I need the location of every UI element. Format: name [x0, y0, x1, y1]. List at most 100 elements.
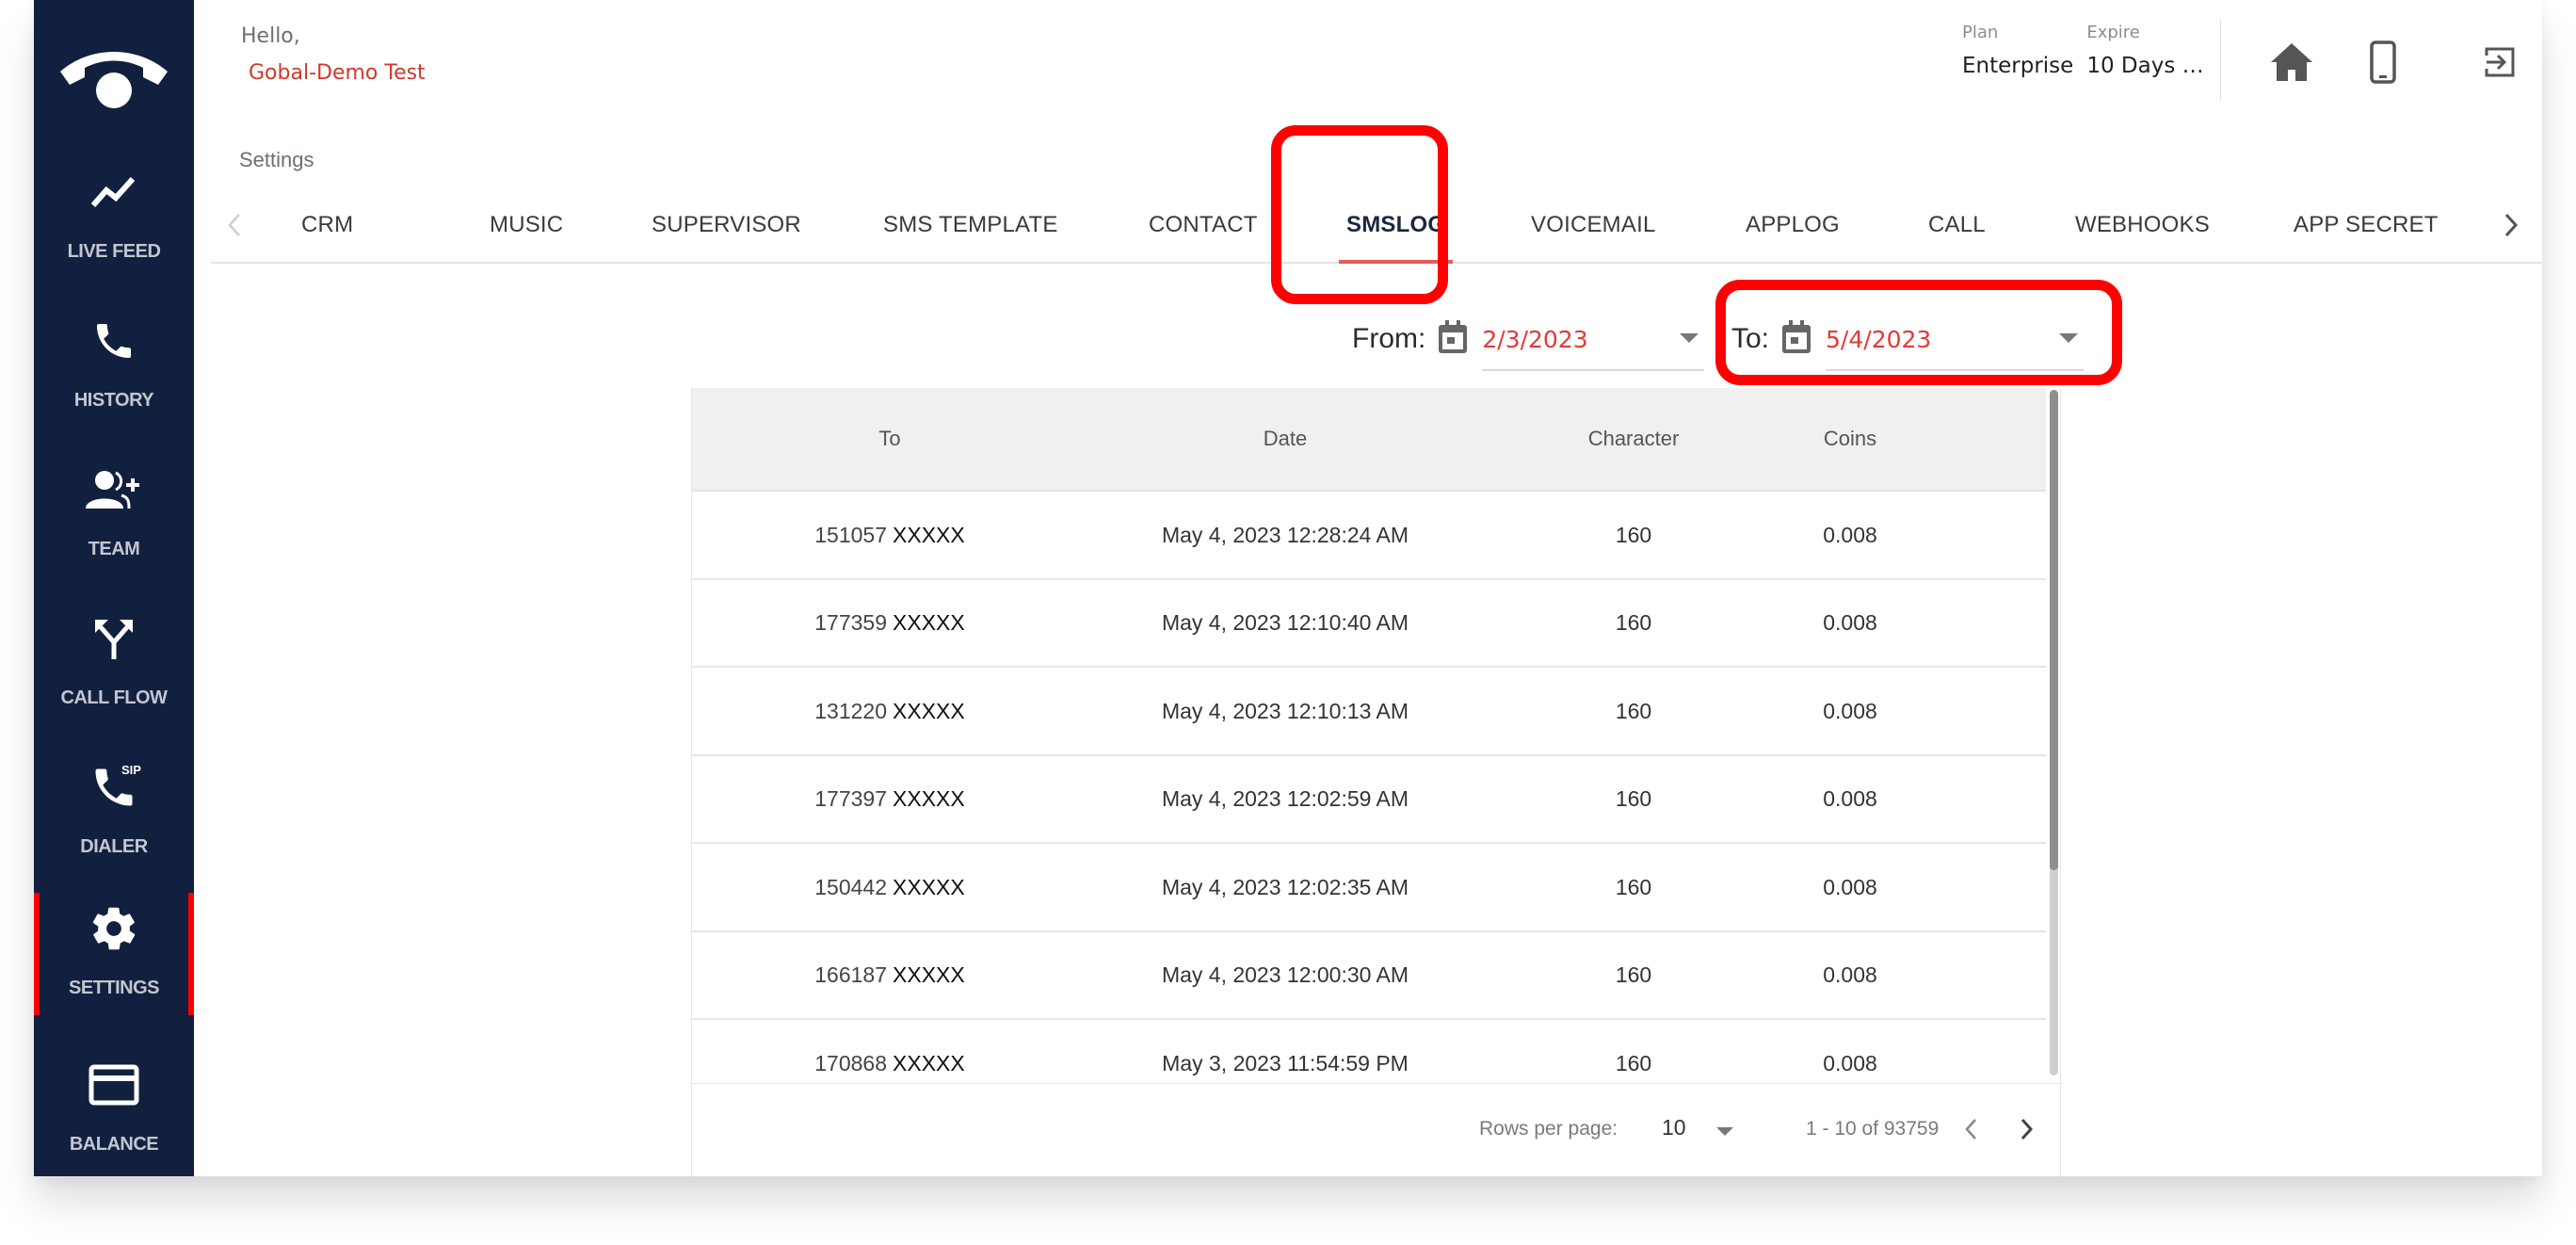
phone-mask: XXXXX — [893, 1050, 965, 1075]
cell-to: 150442 XXXXX — [749, 844, 1031, 930]
tab-smslog[interactable]: SMSLOG — [1338, 188, 1454, 264]
scrollbar-thumb[interactable] — [2050, 390, 2058, 870]
cell-date: May 3, 2023 11:54:59 PM — [1162, 1050, 1409, 1075]
sidebar-item-balance[interactable]: BALANCE — [34, 1049, 194, 1172]
table-row[interactable]: 150442 XXXXX May 4, 2023 12:02:35 AM 160 0.0… — [692, 844, 2046, 932]
cell-coins: 0.008 — [1823, 698, 1877, 723]
phone-number: 177397 — [814, 786, 888, 811]
sidebar-item-call-flow[interactable]: CALL FLOW — [34, 603, 194, 725]
cell-date: May 4, 2023 12:00:30 AM — [1161, 962, 1409, 987]
home-icon[interactable] — [2265, 36, 2318, 89]
logout-icon[interactable] — [2476, 36, 2523, 89]
table-row[interactable]: 177397 XXXXX May 4, 2023 12:02:59 AM 160 0.0… — [692, 756, 2046, 844]
gear-icon — [89, 900, 139, 957]
next-page-button[interactable] — [2008, 1108, 2046, 1150]
column-header-coins[interactable]: Coins — [1737, 388, 1963, 490]
cell-to: 177397 XXXXX — [749, 756, 1031, 843]
sidebar-item-label: DIALER — [80, 836, 148, 857]
from-date-picker[interactable]: 2/3/2023 — [1437, 315, 1705, 371]
phone-icon — [91, 313, 137, 369]
to-date-filter: To: 5/4/2023 — [1731, 311, 2085, 371]
tab-music[interactable]: MUSIC — [490, 188, 563, 262]
plan-info: Plan Enterprise Expire 10 Days Ago — [1962, 23, 2216, 78]
tab-contact[interactable]: CONTACT — [1149, 188, 1258, 262]
cell-coins: 0.008 — [1823, 962, 1877, 987]
phone-mask: XXXXX — [893, 610, 965, 635]
table-row[interactable]: 131220 XXXXX May 4, 2023 12:10:13 AM 160 0.0… — [692, 668, 2046, 756]
tabs-scroll-left-button[interactable] — [211, 188, 258, 262]
cell-date: May 4, 2023 12:02:59 AM — [1161, 786, 1409, 811]
cell-date: May 4, 2023 12:10:13 AM — [1161, 698, 1409, 723]
cell-date: May 4, 2023 12:02:35 AM — [1161, 874, 1409, 899]
sidebar-item-label: HISTORY — [73, 390, 154, 411]
tab-sms-template[interactable]: SMS TEMPLATE — [883, 188, 1058, 262]
header-divider — [2220, 21, 2221, 100]
cell-date: May 4, 2023 12:28:24 AM — [1161, 522, 1409, 547]
from-date-filter: From: 2/3/2023 — [1352, 311, 1705, 371]
cell-to: 131220 XXXXX — [749, 668, 1031, 754]
cell-to: 151057 XXXXX — [749, 492, 1031, 578]
column-header-date[interactable]: Date — [1050, 388, 1521, 490]
phone-mask: XXXXX — [893, 786, 965, 811]
pagination: Rows per page: 10 1 - 10 of 93759 — [692, 1083, 2062, 1176]
table-row[interactable]: 170868 XXXXX May 3, 2023 11:54:59 PM 160 0.0… — [692, 1020, 2046, 1080]
page-title: Settings — [239, 148, 314, 171]
sidebar-item-settings[interactable]: SETTINGS — [34, 893, 194, 1015]
tab-supervisor[interactable]: SUPERVISOR — [652, 188, 801, 262]
tab-app-secret[interactable]: APP SECRET — [2294, 188, 2439, 262]
expire-value: 10 Days Ago — [2086, 54, 2217, 78]
table-scrollbar[interactable] — [2050, 390, 2058, 1075]
previous-page-button[interactable] — [1952, 1108, 1989, 1150]
table-row[interactable]: 166187 XXXXX May 4, 2023 12:00:30 AM 160 0.0… — [692, 932, 2046, 1020]
rows-per-page-dropdown-icon[interactable] — [1716, 1127, 1733, 1136]
settings-tabs: CRM MUSIC SUPERVISOR SMS TEMPLATE CONTAC… — [211, 188, 2542, 264]
from-date-dropdown-icon[interactable] — [1680, 333, 1699, 343]
phone-logo-icon[interactable] — [34, 28, 194, 122]
cell-character: 160 — [1615, 1050, 1652, 1075]
table-row[interactable]: 177359 XXXXX May 4, 2023 12:10:40 AM 160 0.0… — [692, 580, 2046, 668]
user-name: Gobal-Demo Test — [249, 61, 426, 85]
cell-coins: 0.008 — [1823, 786, 1877, 811]
cell-character: 160 — [1615, 698, 1652, 723]
cell-character: 160 — [1615, 522, 1652, 547]
tab-applog[interactable]: APPLOG — [1746, 188, 1840, 262]
sidebar-item-label: BALANCE — [69, 1134, 159, 1155]
tab-crm[interactable]: CRM — [301, 188, 353, 262]
cell-character: 160 — [1615, 962, 1652, 987]
cell-coins: 0.008 — [1823, 522, 1877, 547]
cell-date: May 4, 2023 12:10:40 AM — [1161, 610, 1409, 635]
from-label: From: — [1352, 323, 1426, 354]
sidebar-item-history[interactable]: HISTORY — [34, 305, 194, 428]
greeting-hello: Hello, — [241, 24, 300, 48]
mobile-phone-icon[interactable] — [2359, 36, 2407, 89]
phone-number: 177359 — [814, 610, 888, 635]
sidebar-item-team[interactable]: TEAM — [34, 454, 194, 576]
to-label: To: — [1731, 323, 1770, 354]
plan-label: Plan — [1962, 23, 1999, 42]
tabs-scroll-right-button[interactable] — [2487, 188, 2535, 262]
call-split-icon — [93, 610, 135, 667]
sidebar-item-live-feed[interactable]: LIVE FEED — [34, 156, 194, 279]
sidebar-item-dialer[interactable]: SIP DIALER — [34, 752, 194, 874]
add-user-icon — [84, 461, 144, 518]
cell-to: 170868 XXXXX — [749, 1020, 1031, 1080]
table-row[interactable]: 151057 XXXXX May 4, 2023 12:28:24 AM 160 0.0… — [692, 492, 2046, 580]
to-date-picker[interactable]: 5/4/2023 — [1780, 315, 2085, 371]
cell-to: 177359 XXXXX — [749, 580, 1031, 667]
tab-call[interactable]: CALL — [1928, 188, 1986, 262]
column-header-character[interactable]: Character — [1539, 388, 1728, 490]
expire-label: Expire — [2086, 23, 2140, 42]
tab-webhooks[interactable]: WEBHOOKS — [2075, 188, 2210, 262]
greeting: Hello, Gobal-Demo Test — [241, 24, 426, 85]
phone-number: 150442 — [814, 874, 888, 899]
column-header-to[interactable]: To — [749, 388, 1031, 490]
sidebar-item-label: TEAM — [88, 539, 140, 559]
rows-per-page-label: Rows per page: — [1479, 1118, 1618, 1140]
phone-number: 166187 — [814, 962, 888, 987]
cell-coins: 0.008 — [1823, 610, 1877, 635]
phone-number: 131220 — [814, 698, 888, 723]
tab-voicemail[interactable]: VOICEMAIL — [1531, 188, 1656, 262]
to-date-dropdown-icon[interactable] — [2059, 333, 2079, 343]
trending-up-icon — [89, 164, 138, 220]
rows-per-page-select[interactable]: 10 — [1662, 1115, 1686, 1140]
